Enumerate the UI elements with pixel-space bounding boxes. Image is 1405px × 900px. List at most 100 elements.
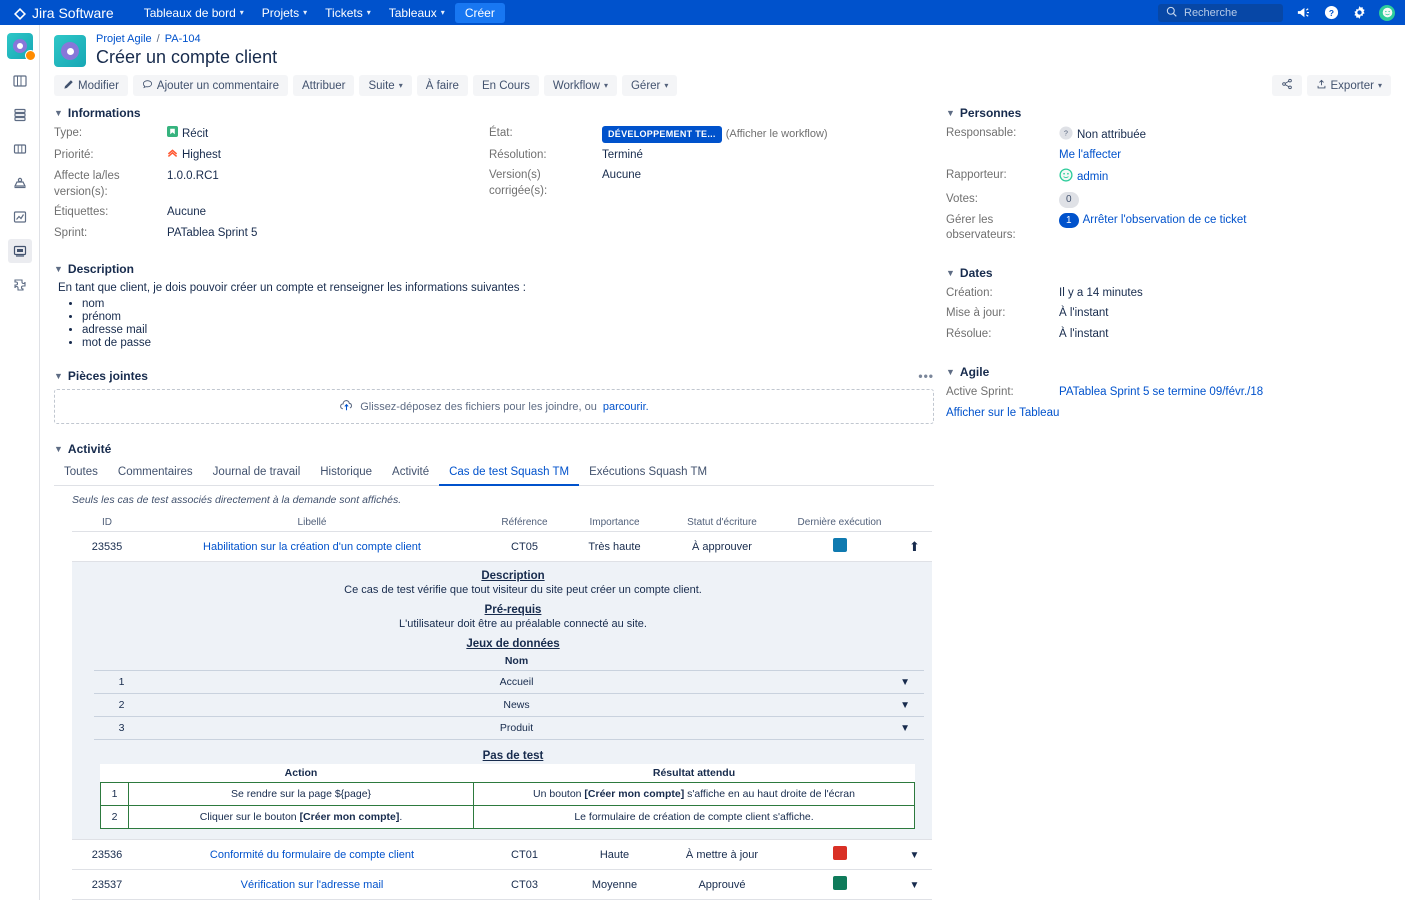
reporter-value: admin xyxy=(1059,168,1108,188)
chevron-down-icon: ▾ xyxy=(441,8,445,17)
dates-module-header[interactable]: ▼ Dates xyxy=(946,266,1276,280)
tab-comments[interactable]: Commentaires xyxy=(108,462,203,486)
tab-activity[interactable]: Activité xyxy=(382,462,439,486)
agile-module-header[interactable]: ▼ Agile xyxy=(946,365,1276,379)
table-row[interactable]: 23535 Habilitation sur la création d'un … xyxy=(72,532,932,562)
step-action-bold: [Créer mon compte] xyxy=(300,811,400,823)
nav-item-projects[interactable]: Projets ▾ xyxy=(254,3,315,23)
attachment-dropzone[interactable]: Glissez-déposez des fichiers pour les jo… xyxy=(54,389,934,424)
view-on-board-link[interactable]: Afficher sur le Tableau xyxy=(946,407,1059,419)
tab-squash-testcases[interactable]: Cas de test Squash TM xyxy=(439,462,579,486)
attachments-more-icon[interactable]: ••• xyxy=(918,369,934,383)
testcase-link[interactable]: Vérification sur l'adresse mail xyxy=(241,879,384,891)
reporter-link[interactable]: admin xyxy=(1077,170,1108,186)
share-button[interactable] xyxy=(1272,75,1302,96)
breadcrumb-issue-link[interactable]: PA-104 xyxy=(165,33,201,45)
export-button[interactable]: Exporter ▾ xyxy=(1307,75,1391,96)
active-sprint-link[interactable]: PATablea Sprint 5 se termine 09/févr./18 xyxy=(1059,385,1263,401)
execution-status-swatch xyxy=(833,876,847,890)
issue-header: Projet Agile / PA-104 Créer un compte cl… xyxy=(40,25,1405,69)
people-header-label: Personnes xyxy=(960,106,1021,120)
sidebar-item-squash[interactable] xyxy=(8,239,32,263)
sidebar-item-releases[interactable] xyxy=(8,171,32,195)
upload-cloud-icon xyxy=(339,398,354,416)
tab-all[interactable]: Toutes xyxy=(54,462,108,486)
issue-toolbar: Modifier Ajouter un commentaire Attribue… xyxy=(40,69,1405,96)
agile-header-label: Agile xyxy=(960,365,989,379)
status-inprogress-button[interactable]: En Cours xyxy=(473,75,539,96)
create-button[interactable]: Créer xyxy=(455,3,505,23)
status-badge[interactable]: DÉVELOPPEMENT TE... xyxy=(602,126,722,142)
table-row[interactable]: 23537 Vérification sur l'adresse mail CT… xyxy=(72,870,932,900)
activity-module-header[interactable]: ▼ Activité xyxy=(54,442,934,456)
jira-brand[interactable]: Jira Software xyxy=(8,5,114,21)
cell-toggle[interactable]: ⬆ xyxy=(897,532,932,562)
notification-badge xyxy=(25,50,36,61)
dataset-expand-icon[interactable]: ▼ xyxy=(884,694,924,717)
settings-gear-icon[interactable] xyxy=(1351,5,1367,21)
table-row[interactable]: 23536 Conformité du formulaire de compte… xyxy=(72,840,932,870)
view-workflow-link[interactable]: (Afficher le workflow) xyxy=(726,127,828,142)
people-module-header[interactable]: ▼ Personnes xyxy=(946,106,1276,120)
status-todo-button[interactable]: À faire xyxy=(417,75,468,96)
testcase-link[interactable]: Conformité du formulaire de compte clien… xyxy=(210,849,414,861)
tab-history[interactable]: Historique xyxy=(310,462,382,486)
dropzone-browse-link[interactable]: parcourir. xyxy=(603,401,649,413)
detail-description-header: Description xyxy=(94,570,932,582)
svg-text:?: ? xyxy=(1064,131,1068,138)
tab-squash-executions[interactable]: Exécutions Squash TM xyxy=(579,462,717,486)
manage-button[interactable]: Gérer ▾ xyxy=(622,75,677,96)
add-comment-button[interactable]: Ajouter un commentaire xyxy=(133,75,288,96)
dataset-expand-icon[interactable]: ▼ xyxy=(884,717,924,740)
votes-badge: 0 xyxy=(1059,192,1079,208)
detail-datasets-header: Jeux de données xyxy=(94,638,932,650)
cell-toggle[interactable]: ▼ xyxy=(897,870,932,900)
testcase-link[interactable]: Habilitation sur la création d'un compte… xyxy=(203,541,421,553)
cell-toggle[interactable]: ▼ xyxy=(897,840,932,870)
profile-avatar[interactable] xyxy=(1379,5,1395,21)
sidebar-item-sprint-board[interactable] xyxy=(8,103,32,127)
sidebar-item-reports[interactable] xyxy=(8,205,32,229)
sidebar-item-board-columns[interactable] xyxy=(8,137,32,161)
sidebar-item-addons[interactable] xyxy=(8,273,32,297)
dataset-expand-icon[interactable]: ▼ xyxy=(884,671,924,694)
dataset-name: Accueil xyxy=(149,671,884,694)
more-menu-button[interactable]: Suite ▾ xyxy=(359,75,411,96)
help-icon[interactable]: ? xyxy=(1323,5,1339,21)
megaphone-icon[interactable] xyxy=(1295,5,1311,21)
step-row: 2 Cliquer sur le bouton [Créer mon compt… xyxy=(101,806,915,829)
expand-row-icon[interactable]: ▼ xyxy=(910,850,920,861)
nav-item-dashboards[interactable]: Tableaux de bord ▾ xyxy=(136,3,252,23)
search-input[interactable] xyxy=(1182,6,1275,20)
add-comment-label: Ajouter un commentaire xyxy=(157,80,279,92)
edit-label: Modifier xyxy=(78,80,119,92)
field-label: Gérer les observateurs: xyxy=(946,213,1059,244)
col-actions xyxy=(897,514,932,532)
field-label: Version(s) corrigée(s): xyxy=(489,168,602,199)
description-module-header[interactable]: ▼ Description xyxy=(54,262,934,276)
datasets-table: Nom 1 Accueil ▼ xyxy=(94,652,924,740)
nav-item-boards[interactable]: Tableaux ▾ xyxy=(381,3,453,23)
details-module-header[interactable]: ▼ Informations xyxy=(54,106,934,120)
collapse-row-icon[interactable]: ⬆ xyxy=(909,539,920,554)
assign-button[interactable]: Attribuer xyxy=(293,75,354,96)
project-avatar-rail[interactable] xyxy=(7,33,33,59)
field-resolved: Résolue: À l'instant xyxy=(946,327,1276,343)
nav-item-issues[interactable]: Tickets ▾ xyxy=(317,3,379,23)
sidebar-item-backlog[interactable] xyxy=(8,69,32,93)
tab-worklog[interactable]: Journal de travail xyxy=(203,462,311,486)
edit-button[interactable]: Modifier xyxy=(54,75,128,96)
field-value: Highest xyxy=(167,148,221,165)
stop-watching-link[interactable]: Arrêter l'observation de ce ticket xyxy=(1083,213,1247,229)
search-box[interactable] xyxy=(1158,4,1283,22)
breadcrumb-project-link[interactable]: Projet Agile xyxy=(96,33,152,45)
workflow-button[interactable]: Workflow ▾ xyxy=(544,75,617,96)
attachments-module-header[interactable]: ▼ Pièces jointes ••• xyxy=(54,369,934,383)
field-label: Type: xyxy=(54,126,167,142)
col-importance: Importance xyxy=(567,514,662,532)
expand-row-icon[interactable]: ▼ xyxy=(910,880,920,891)
assign-to-me-link[interactable]: Me l'affecter xyxy=(1059,149,1146,161)
description-list: nom prénom adresse mail mot de passe xyxy=(54,298,934,349)
dataset-num: 1 xyxy=(94,671,149,694)
dataset-name: Produit xyxy=(149,717,884,740)
